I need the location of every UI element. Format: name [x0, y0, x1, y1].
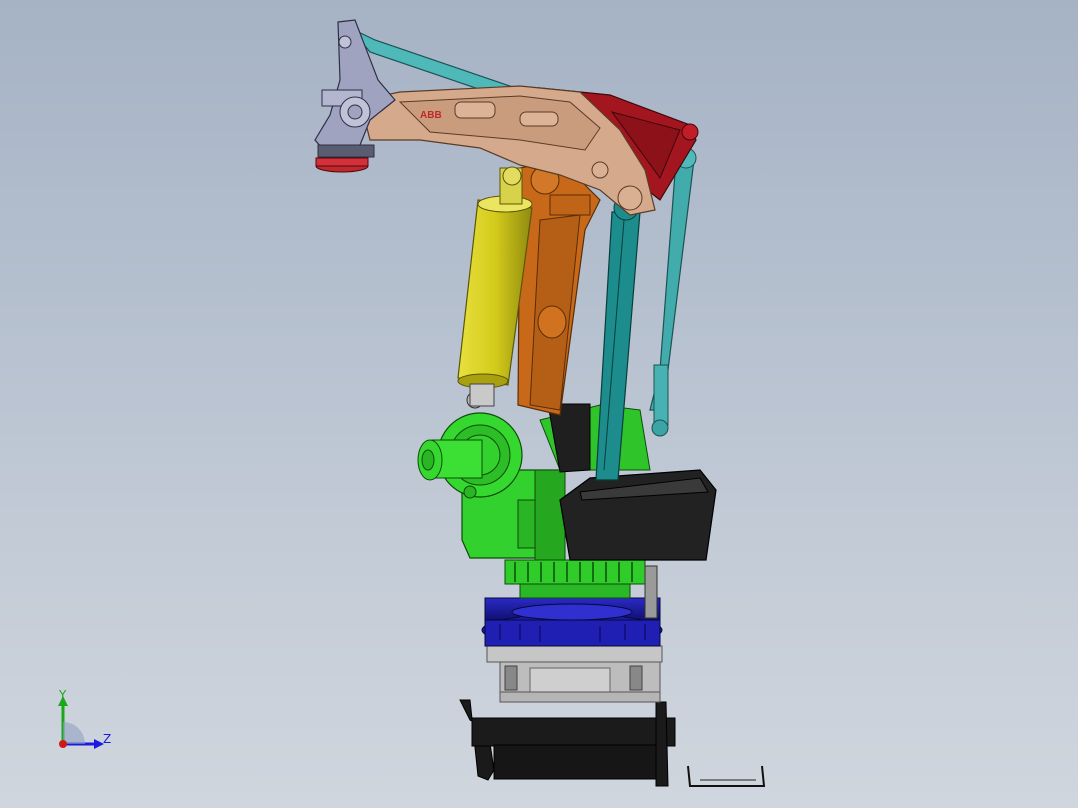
- lower-arm[interactable]: [517, 159, 601, 416]
- robot-model[interactable]: ABB: [0, 0, 1078, 808]
- x-axis-dot: [59, 740, 67, 748]
- xy-plane-indicator: [63, 722, 85, 744]
- triad-z-label: Z: [103, 732, 112, 746]
- slewing-ring[interactable]: [481, 597, 663, 647]
- riser[interactable]: [486, 645, 663, 703]
- coordinate-triad: [58, 696, 104, 749]
- base-pedestal[interactable]: [459, 699, 766, 787]
- triad-y-label: Y: [59, 688, 67, 702]
- gripper-flange[interactable]: [315, 157, 369, 173]
- graphics-viewport[interactable]: ABB Y Z: [0, 0, 1078, 808]
- logo-text: ABB: [420, 110, 442, 121]
